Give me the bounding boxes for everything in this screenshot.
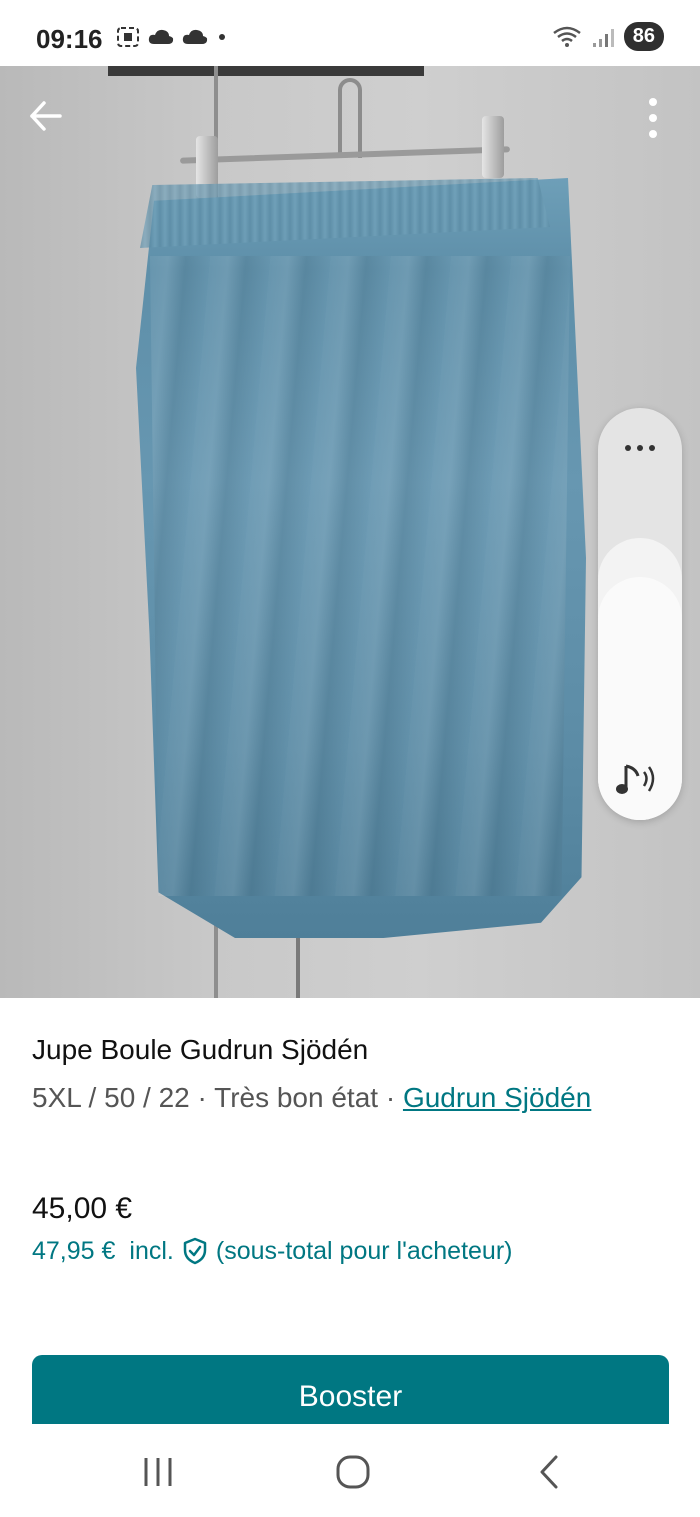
status-bar: 09:16 86	[0, 0, 700, 66]
status-icons-left	[116, 26, 228, 48]
buyer-total-note: (sous-total pour l'acheteur)	[215, 1236, 513, 1265]
item-price: 45,00 €	[32, 1192, 133, 1225]
more-vertical-icon	[649, 98, 657, 138]
recent-apps-icon	[144, 1458, 172, 1486]
shield-check-icon	[183, 1237, 207, 1265]
item-title: Jupe Boule Gudrun Sjödén	[32, 1034, 369, 1065]
hanger-clip	[482, 116, 504, 178]
back-icon	[540, 1455, 558, 1489]
volume-panel	[598, 408, 682, 820]
dot-icon	[219, 34, 225, 40]
brand-link[interactable]: Gudrun Sjödén	[403, 1082, 591, 1113]
buyer-total[interactable]: 47,95 € incl. (sous-total pour l'acheteu…	[32, 1236, 512, 1266]
status-time: 09:16	[36, 24, 103, 54]
cloud-icon	[182, 29, 208, 44]
status-icons-right: 86	[552, 22, 664, 51]
buyer-total-price: 47,95 €	[32, 1236, 116, 1265]
hanger-hook	[338, 78, 362, 158]
recent-apps-button[interactable]	[138, 1454, 178, 1490]
arrow-left-icon	[30, 101, 62, 131]
back-button[interactable]	[26, 96, 66, 136]
signal-icon	[592, 28, 614, 47]
battery-badge: 86	[623, 22, 664, 51]
more-horizontal-icon	[625, 445, 655, 451]
photo-frame-edge	[108, 66, 424, 76]
item-meta: 5XL / 50 / 22 · Très bon état · Gudrun S…	[32, 1076, 632, 1120]
wifi-icon	[552, 26, 581, 47]
more-options-button[interactable]	[640, 96, 666, 142]
screenshot-icon	[117, 27, 139, 47]
buyer-total-incl: incl.	[129, 1236, 174, 1265]
home-button[interactable]	[333, 1454, 373, 1490]
nav-back-button[interactable]	[530, 1454, 570, 1490]
skirt-folds	[150, 256, 570, 896]
item-attributes: 5XL / 50 / 22 · Très bon état ·	[32, 1082, 403, 1113]
cloud-icon	[148, 29, 174, 44]
item-photo[interactable]	[0, 66, 700, 998]
home-icon	[336, 1455, 370, 1489]
system-nav-bar	[0, 1424, 700, 1517]
volume-more-button[interactable]	[620, 438, 660, 458]
music-note-sound-icon[interactable]	[614, 758, 664, 802]
